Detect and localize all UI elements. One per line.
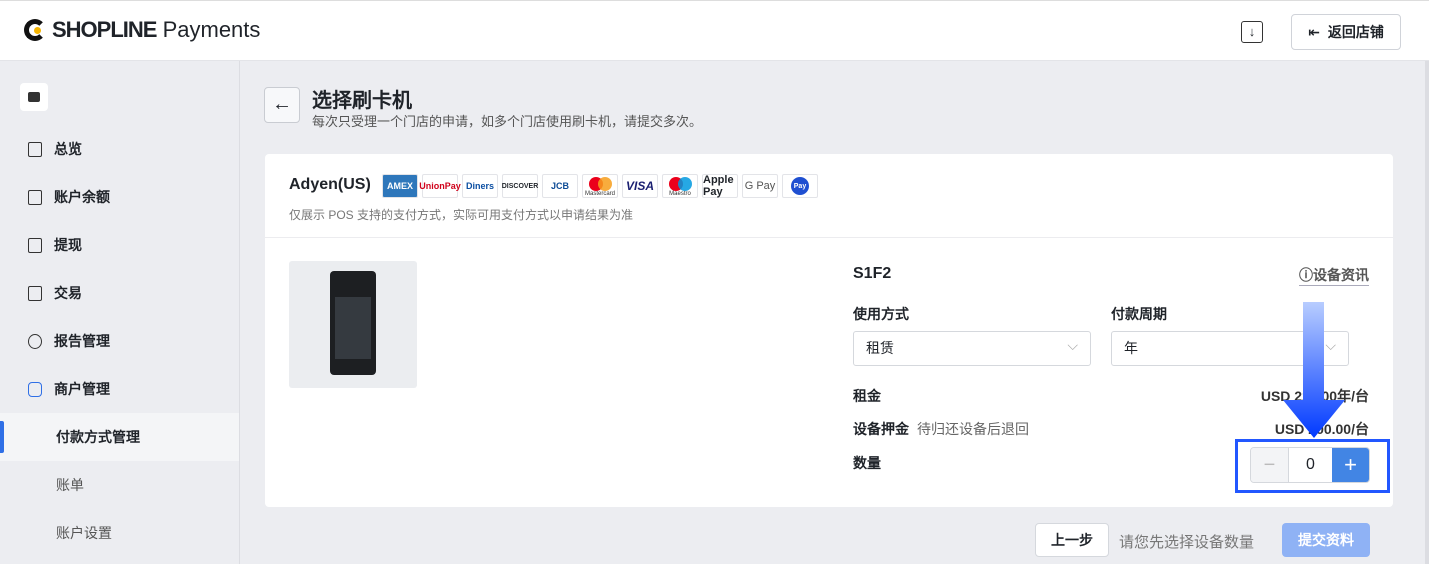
visa-icon: VISA <box>622 174 658 198</box>
mastercard-circles <box>588 177 612 191</box>
back-button[interactable]: ← <box>264 87 300 123</box>
amex-icon: AMEX <box>382 174 418 198</box>
sidebar-item-overview[interactable]: 总览 <box>28 139 82 159</box>
sidebar-item-account-settings[interactable]: 账户设置 <box>0 509 239 557</box>
mastercard-label: Mastercard <box>584 191 615 197</box>
sidebar-item-transactions[interactable]: 交易 <box>28 283 82 303</box>
maestro-label: Maestro <box>669 191 691 197</box>
period-label: 付款周期 <box>1111 306 1167 322</box>
sidebar: 总览 账户余额 提现 交易 报告管理 商户管理 付款方式管理 账单 账户设置 <box>0 61 240 564</box>
maestro-icon: Maestro <box>662 174 698 198</box>
apple-pay-icon: Apple Pay <box>702 174 738 198</box>
dashboard-icon <box>28 141 42 157</box>
annotation-arrow-icon <box>1283 302 1345 438</box>
device-card: Adyen(US) AMEX UnionPay Diners DISCOVER … <box>265 154 1393 507</box>
sidebar-item-balance[interactable]: 账户余额 <box>28 187 110 207</box>
google-pay-icon: G Pay <box>742 174 778 198</box>
sidebar-item-reports[interactable]: 报告管理 <box>28 331 110 351</box>
page-subtitle: 每次只受理一个门店的申请，如多个门店使用刷卡机，请提交多次。 <box>312 114 703 129</box>
payment-method-list: AMEX UnionPay Diners DISCOVER JCB Master… <box>382 174 818 198</box>
usage-select[interactable]: 租赁 <box>853 329 1091 366</box>
store-switcher[interactable] <box>20 83 48 111</box>
logo-icon <box>24 19 46 41</box>
unionpay-icon: UnionPay <box>419 174 461 198</box>
usage-label: 使用方式 <box>853 306 909 322</box>
device-model: S1F2 <box>853 265 892 282</box>
store-icon <box>28 92 40 102</box>
previous-step-button[interactable]: 上一步 <box>1035 523 1109 557</box>
divider <box>265 237 1393 238</box>
download-icon[interactable]: ↓ <box>1241 21 1263 43</box>
back-to-store-button[interactable]: ⇤ 返回店铺 <box>1291 14 1401 50</box>
sidebar-item-merchant[interactable]: 商户管理 <box>28 379 110 399</box>
rent-label: 租金 <box>853 388 881 404</box>
device-info-link[interactable]: ⓘ设备资讯 <box>1299 265 1369 286</box>
payment-note: 仅展示 POS 支持的支付方式，实际可用支付方式以申请结果为准 <box>289 208 634 222</box>
sidebar-item-withdraw[interactable]: 提现 <box>28 235 82 255</box>
scrollbar-track[interactable] <box>1425 61 1429 564</box>
dollar-receipt-icon <box>28 285 42 301</box>
pay-icon: Pay <box>782 174 818 198</box>
jcb-icon: JCB <box>542 174 578 198</box>
page-title: 选择刷卡机 <box>312 90 412 112</box>
document-icon <box>28 237 42 253</box>
submit-button[interactable]: 提交资料 <box>1282 523 1370 557</box>
footer-hint: 请您先选择设备数量 <box>1119 534 1255 551</box>
annotation-highlight-box <box>1235 439 1390 493</box>
mastercard-icon: Mastercard <box>582 174 618 198</box>
provider-name: Adyen(US) <box>289 176 371 193</box>
diners-icon: Diners <box>462 174 498 198</box>
arrow-left-icon: ← <box>272 93 292 115</box>
sidebar-item-payment-methods[interactable]: 付款方式管理 <box>0 413 239 461</box>
deposit-label: 设备押金 待归还设备后退回 <box>853 421 1029 437</box>
exit-icon: ⇤ <box>1308 23 1320 40</box>
quantity-label: 数量 <box>853 455 881 471</box>
sidebar-item-bills[interactable]: 账单 <box>0 461 239 509</box>
hexagon-settings-icon <box>28 381 42 397</box>
device-image <box>289 261 417 388</box>
pie-chart-icon <box>28 333 42 349</box>
maestro-circles <box>668 177 692 191</box>
shopline-logo[interactable]: SHOPLINE Payments <box>24 17 260 43</box>
discover-icon: DISCOVER <box>502 174 538 198</box>
top-header: SHOPLINE Payments ↓ ⇤ 返回店铺 <box>0 0 1429 61</box>
wallet-icon <box>28 189 42 205</box>
